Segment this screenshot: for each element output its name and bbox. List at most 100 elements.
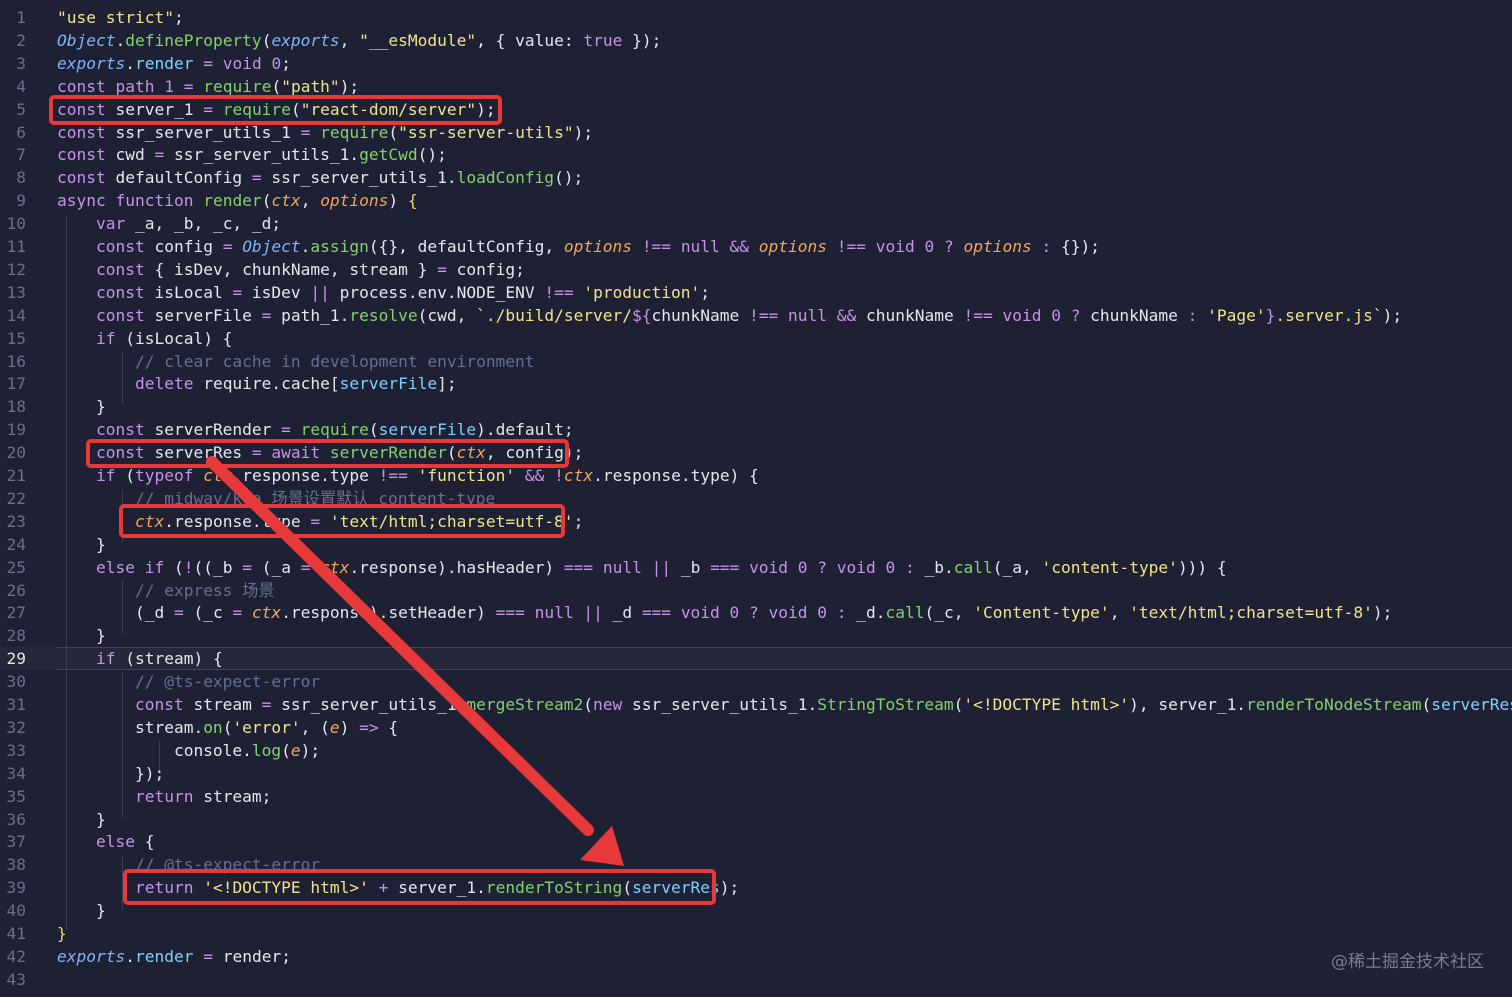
line-code[interactable]: exports.render = void 0; — [57, 52, 291, 75]
line-number: 27 — [6, 603, 27, 623]
line-code[interactable]: // express 场景 — [57, 579, 275, 602]
line-code[interactable]: else if (!((_b = (_a = ctx.response).has… — [57, 556, 1227, 579]
code-line[interactable]: 16 // clear cache in development environ… — [0, 350, 1512, 373]
line-number: 34 — [6, 763, 27, 783]
line-number: 31 — [6, 695, 27, 714]
line-code[interactable]: const { isDev, chunkName, stream } = con… — [57, 258, 525, 281]
code-line[interactable]: 2 Object.defineProperty(exports, "__esMod… — [0, 29, 1512, 52]
line-code[interactable]: const isLocal = isDev || process.env.NOD… — [57, 281, 710, 304]
line-code[interactable]: } — [57, 899, 106, 922]
line-code[interactable]: // clear cache in development environmen… — [57, 350, 535, 373]
code-line[interactable]: 32 stream.on('error', (e) => { — [0, 716, 1512, 739]
line-code[interactable]: console.log(e); — [57, 739, 320, 762]
line-code[interactable]: // @ts-expect-error — [57, 670, 320, 693]
code-line[interactable]: 43 — [0, 968, 1512, 991]
code-line[interactable]: 15 if (isLocal) { — [0, 327, 1512, 350]
code-line[interactable]: 27 (_d = (_c = ctx.response).setHeader) … — [0, 601, 1512, 624]
highlight-box-response-type — [119, 504, 565, 538]
code-line[interactable]: 13 const isLocal = isDev || process.env.… — [0, 281, 1512, 304]
line-number: 36 — [6, 809, 27, 829]
line-code[interactable]: const serverRender = require(serverFile)… — [57, 418, 574, 441]
code-line[interactable]: 31 const stream = ssr_server_utils_1.mer… — [0, 693, 1512, 716]
line-number: 40 — [6, 901, 27, 921]
line-code[interactable]: const defaultConfig = ssr_server_utils_1… — [57, 166, 583, 189]
line-number: 11 — [6, 237, 27, 256]
line-code[interactable]: const serverFile = path_1.resolve(cwd, `… — [57, 304, 1402, 327]
code-line[interactable]: 29 if (stream) { — [0, 647, 1512, 670]
line-code[interactable]: const stream = ssr_server_utils_1.mergeS… — [57, 693, 1512, 716]
line-number: 35 — [6, 786, 27, 806]
line-number: 23 — [6, 511, 27, 531]
line-code[interactable]: }); — [57, 762, 164, 785]
code-line[interactable]: 8 const defaultConfig = ssr_server_utils_… — [0, 166, 1512, 189]
line-code[interactable]: delete require.cache[serverFile]; — [57, 372, 457, 395]
line-number: 17 — [6, 374, 27, 394]
code-line[interactable]: 9 async function render(ctx, options) { — [0, 189, 1512, 212]
line-code[interactable]: (_d = (_c = ctx.response).setHeader) ===… — [57, 601, 1392, 624]
highlight-box-server-res — [86, 439, 569, 468]
code-line[interactable]: 26 // express 场景 — [0, 579, 1512, 602]
line-number: 20 — [6, 443, 27, 463]
code-line[interactable]: 11 const config = Object.assign({}, defa… — [0, 235, 1512, 258]
code-line[interactable]: 14 const serverFile = path_1.resolve(cwd… — [0, 304, 1512, 327]
code-editor[interactable]: 1 "use strict"; 2 Object.defineProperty(exp… — [0, 0, 1512, 997]
line-code[interactable]: } — [57, 395, 106, 418]
code-line[interactable]: 3 exports.render = void 0; — [0, 52, 1512, 75]
line-code[interactable]: if (stream) { — [57, 647, 223, 670]
line-number: 14 — [6, 305, 27, 325]
line-code[interactable]: async function render(ctx, options) { — [57, 189, 418, 212]
line-number: 37 — [6, 832, 27, 852]
code-line[interactable]: 12 const { isDev, chunkName, stream } = … — [0, 258, 1512, 281]
line-number: 39 — [6, 878, 27, 898]
line-number: 15 — [6, 328, 27, 348]
line-number: 22 — [6, 488, 27, 508]
line-code[interactable]: "use strict"; — [57, 6, 184, 29]
line-number: 7 — [16, 145, 26, 165]
indent-guide — [159, 741, 160, 770]
line-number: 25 — [6, 557, 27, 577]
line-code[interactable]: return stream; — [57, 785, 271, 808]
line-code[interactable]: var _a, _b, _c, _d; — [57, 212, 281, 235]
code-line[interactable]: 33 console.log(e); — [0, 739, 1512, 762]
line-code[interactable]: Object.defineProperty(exports, "__esModu… — [57, 29, 661, 52]
highlight-box-render-to-string — [123, 869, 716, 905]
code-line[interactable]: 19 const serverRender = require(serverFi… — [0, 418, 1512, 441]
line-number: 21 — [6, 466, 27, 485]
code-line[interactable]: 37 else { — [0, 830, 1512, 853]
line-code[interactable]: } — [57, 808, 106, 831]
line-number: 16 — [6, 351, 27, 371]
line-number: 8 — [16, 168, 26, 188]
line-code[interactable]: const cwd = ssr_server_utils_1.getCwd(); — [57, 143, 447, 166]
line-number: 42 — [6, 946, 27, 966]
code-line[interactable]: 34 }); — [0, 762, 1512, 785]
code-line[interactable]: 10 var _a, _b, _c, _d; — [0, 212, 1512, 235]
line-code[interactable]: } — [57, 533, 106, 556]
code-line[interactable]: 36 } — [0, 808, 1512, 831]
line-number: 33 — [6, 740, 27, 760]
code-line[interactable]: 1 "use strict"; — [0, 6, 1512, 29]
line-number: 38 — [6, 855, 27, 875]
line-code[interactable]: const config = Object.assign({}, default… — [57, 235, 1100, 258]
line-code[interactable]: } — [57, 624, 106, 647]
code-line[interactable]: 28 } — [0, 624, 1512, 647]
code-line[interactable]: 42 exports.render = render; — [0, 945, 1512, 968]
code-line[interactable]: 30 // @ts-expect-error — [0, 670, 1512, 693]
code-line[interactable]: 35 return stream; — [0, 785, 1512, 808]
line-number: 5 — [16, 99, 26, 119]
code-line[interactable]: 18 } — [0, 395, 1512, 418]
code-line[interactable]: 41} — [0, 922, 1512, 945]
line-number: 4 — [16, 76, 26, 96]
code-line[interactable]: 17 delete require.cache[serverFile]; — [0, 372, 1512, 395]
line-number: 28 — [6, 626, 27, 646]
line-number: 26 — [6, 580, 27, 600]
code-line[interactable]: 25 else if (!((_b = (_a = ctx.response).… — [0, 556, 1512, 579]
indent-guide — [122, 672, 123, 818]
indent-guide — [66, 215, 67, 930]
line-code[interactable]: else { — [57, 830, 154, 853]
line-number: 9 — [16, 191, 26, 211]
line-code[interactable]: exports.render = render; — [57, 945, 291, 968]
line-code[interactable]: stream.on('error', (e) => { — [57, 716, 398, 739]
line-code[interactable]: if (isLocal) { — [57, 327, 232, 350]
line-number: 24 — [6, 534, 27, 554]
code-line[interactable]: 7 const cwd = ssr_server_utils_1.getCwd()… — [0, 143, 1512, 166]
